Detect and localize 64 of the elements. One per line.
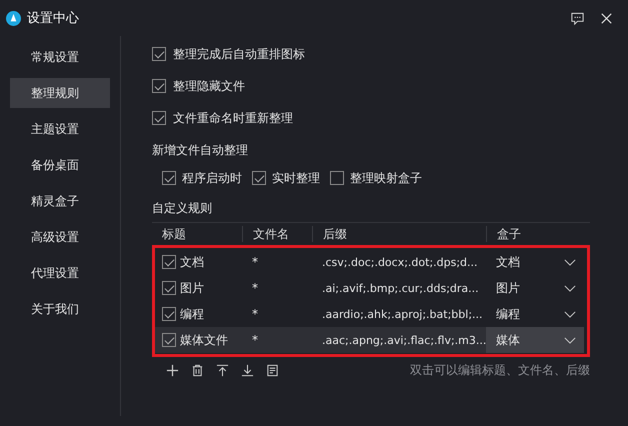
- column-header: 盒子: [486, 226, 584, 242]
- table-cell-text: *: [251, 255, 259, 269]
- sidebar-item[interactable]: 备份桌面: [10, 150, 110, 180]
- chevron-down-icon: [564, 258, 576, 266]
- table-cell-text: *: [251, 333, 259, 347]
- box-dropdown[interactable]: 图片: [486, 275, 584, 301]
- table-row[interactable]: 文档 * .csv;.doc;.docx;.dot;.dps;d... 文档: [152, 249, 584, 275]
- checkbox[interactable]: [162, 333, 176, 347]
- sidebar-item[interactable]: 代理设置: [10, 258, 110, 288]
- sidebar-item[interactable]: 精灵盒子: [10, 186, 110, 216]
- window-title: 设置中心: [27, 10, 79, 27]
- table-cell-text: .aardio;.ahk;.aproj;.bat;bbl;...: [321, 308, 484, 320]
- hint-text: 双击可以编辑标题、文件名、后缀: [410, 362, 590, 378]
- option-label: 整理映射盒子: [350, 170, 422, 186]
- option-label: 整理完成后自动重排图标: [173, 46, 305, 62]
- checkbox[interactable]: [162, 281, 176, 295]
- app-logo-icon: [6, 10, 21, 26]
- chevron-down-icon: [564, 284, 576, 292]
- checkbox[interactable]: [162, 307, 176, 321]
- checkbox[interactable]: [152, 111, 166, 125]
- section-title: 自定义规则: [152, 200, 213, 217]
- chevron-down-icon: [564, 336, 576, 344]
- sidebar-item[interactable]: 整理规则: [10, 78, 110, 108]
- trash-icon[interactable]: [191, 364, 204, 376]
- sidebar-item[interactable]: 常规设置: [10, 42, 110, 72]
- table-cell: 媒体文件: [180, 332, 228, 348]
- checkbox[interactable]: [330, 171, 344, 185]
- section-title: 新增文件自动整理: [152, 142, 249, 159]
- box-dropdown[interactable]: 文档: [486, 249, 584, 275]
- option-label: 程序启动时: [182, 170, 242, 186]
- column-header: 文件名: [242, 226, 312, 242]
- chevron-down-icon: [564, 310, 576, 318]
- table-cell-text: .ai;.avif;.bmp;.cur;.dds;dra...: [321, 282, 480, 294]
- checkbox[interactable]: [152, 79, 166, 93]
- feedback-icon[interactable]: [570, 10, 585, 26]
- checkbox[interactable]: [252, 171, 266, 185]
- box-dropdown[interactable]: 媒体: [486, 327, 584, 353]
- move-top-icon[interactable]: [216, 364, 229, 376]
- table-cell-text: *: [251, 307, 259, 321]
- box-dropdown[interactable]: 编程: [486, 301, 584, 327]
- column-header: 后缀: [312, 226, 486, 242]
- checkbox[interactable]: [162, 171, 176, 185]
- table-cell: 编程: [180, 306, 204, 322]
- add-icon[interactable]: [166, 364, 179, 376]
- checkbox[interactable]: [152, 47, 166, 61]
- move-bottom-icon[interactable]: [241, 364, 254, 376]
- checkbox[interactable]: [162, 255, 176, 269]
- option-label: 文件重命名时重新整理: [173, 110, 293, 126]
- table-cell-text: .csv;.doc;.docx;.dot;.dps;d...: [321, 256, 479, 268]
- close-icon[interactable]: [599, 10, 614, 26]
- table-cell-text: .aac;.apng;.avi;.flac;.flv;.m3...: [321, 334, 486, 346]
- table-row[interactable]: 图片 * .ai;.avif;.bmp;.cur;.dds;dra... 图片: [152, 275, 584, 301]
- sidebar-item[interactable]: 主题设置: [10, 114, 110, 144]
- option-label: 实时整理: [272, 170, 320, 186]
- table-cell: 图片: [180, 280, 204, 296]
- sidebar-item[interactable]: 关于我们: [10, 294, 110, 324]
- document-icon[interactable]: [266, 364, 279, 376]
- column-header: 标题: [161, 226, 187, 242]
- table-cell: 文档: [180, 254, 204, 270]
- table-cell-text: *: [251, 281, 259, 295]
- selected-row[interactable]: 媒体文件 * .aac;.apng;.avi;.flac;.flv;.m3... 媒体: [152, 327, 584, 353]
- table-row[interactable]: 编程 * .aardio;.ahk;.aproj;.bat;bbl;... 编程: [152, 301, 584, 327]
- option-label: 整理隐藏文件: [173, 78, 245, 94]
- sidebar-item[interactable]: 高级设置: [10, 222, 110, 252]
